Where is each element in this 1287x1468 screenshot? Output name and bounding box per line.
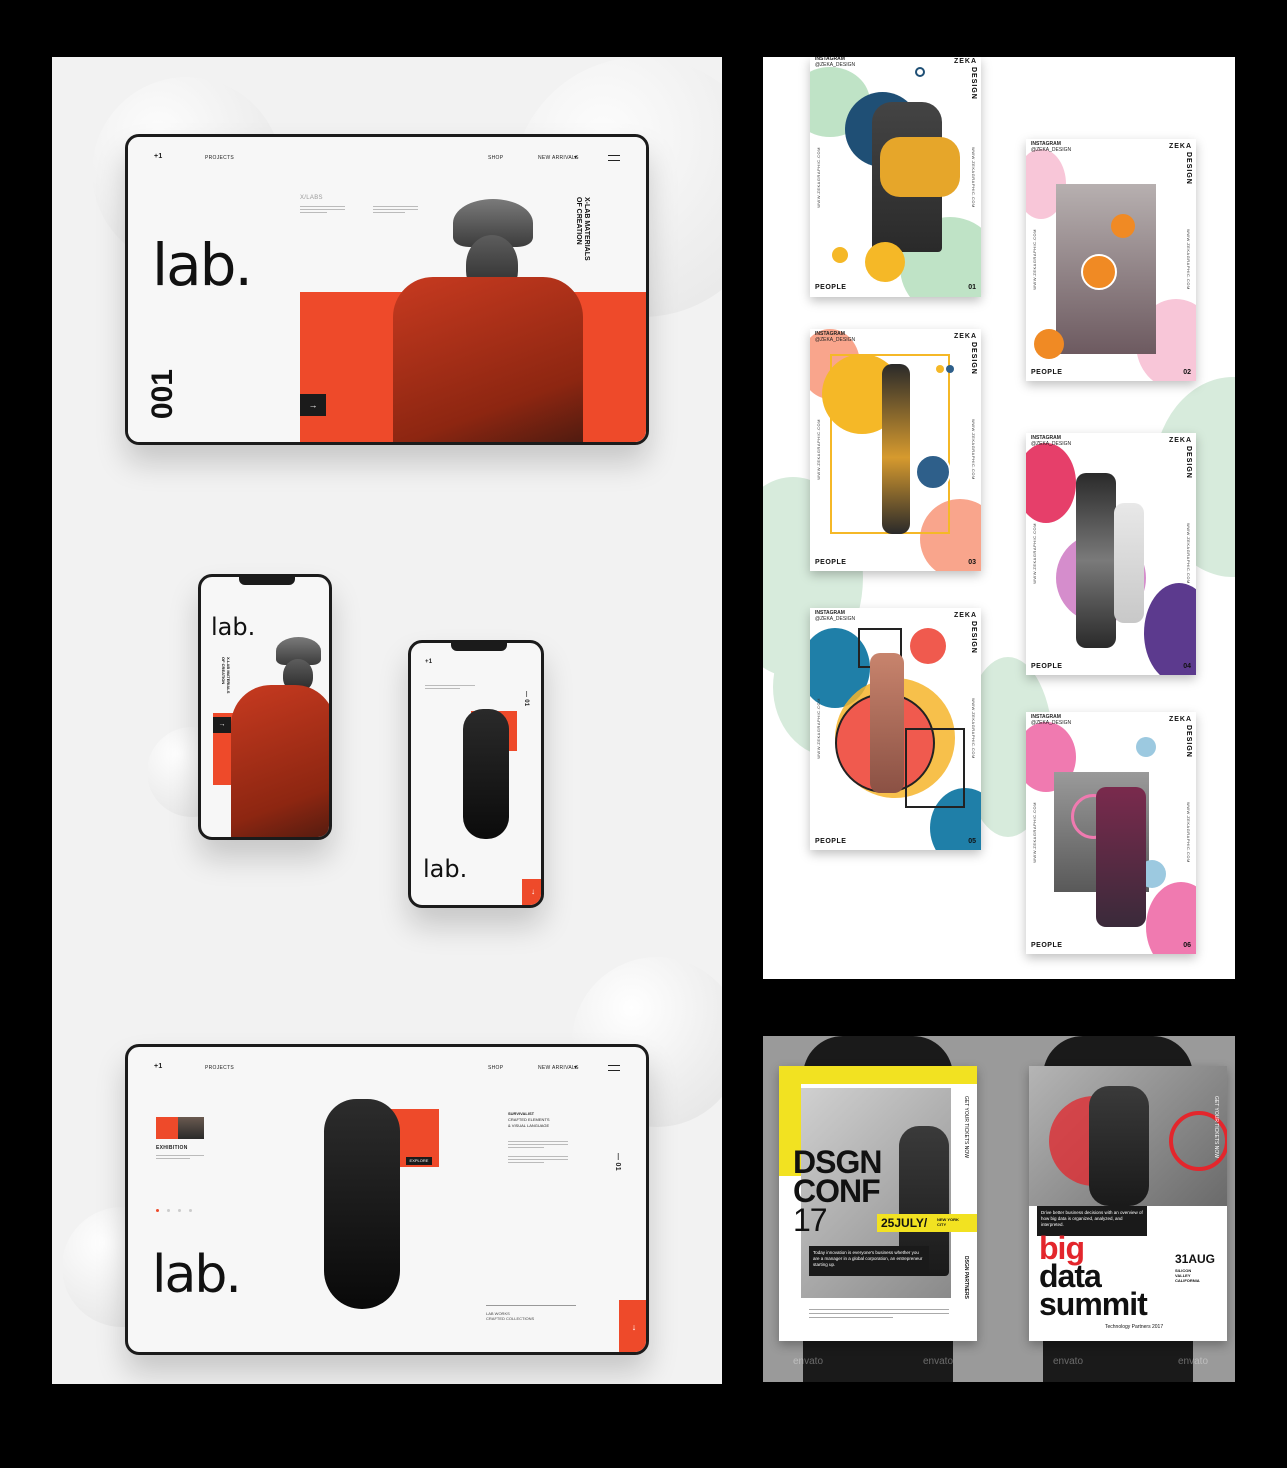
poster-label: PEOPLE xyxy=(1031,369,1063,376)
site-logo[interactable]: +1 xyxy=(425,659,432,665)
poster-number: 02 xyxy=(1183,369,1191,376)
nav-new-arrivals[interactable]: NEW ARRIVALS xyxy=(538,1065,579,1071)
poster-label: PEOPLE xyxy=(815,284,847,291)
poster-04[interactable]: INSTAGRAM @ZEKA_DESIGN ZEKA DESIGN WWW.ZE… xyxy=(1026,433,1196,675)
poster-number: 04 xyxy=(1183,663,1191,670)
divider xyxy=(486,1305,576,1306)
phone-mockup-1: lab. X-LAB MATERIALS OF CREATION → xyxy=(198,574,332,840)
big-data-summit-poster[interactable]: Drive better business decisions with an … xyxy=(1029,1066,1227,1341)
partners-label: Technology Partners 2017 xyxy=(1105,1324,1164,1330)
summit-location: SILICON VALLEY CALIFORNIA xyxy=(1175,1268,1200,1283)
down-arrow-button[interactable]: ↓ xyxy=(522,879,541,905)
watermark: envato xyxy=(793,1356,824,1367)
poster-02[interactable]: INSTAGRAM @ZEKA_DESIGN ZEKA DESIGN WWW.ZE… xyxy=(1026,139,1196,381)
nav-shop[interactable]: SHOP xyxy=(488,1065,503,1071)
poster-01[interactable]: INSTAGRAM @ZEKA_DESIGN ZEKA DESIGN WWW.ZE… xyxy=(810,57,981,297)
survivalist-block: SURVIVALIST CRAFTED ELEMENTS & VISUAL LA… xyxy=(508,1111,550,1128)
phone-notch xyxy=(239,577,295,585)
summit-date: 31AUG xyxy=(1175,1252,1216,1266)
menu-icon[interactable] xyxy=(608,1065,620,1071)
vertical-title: X-LAB MATERIALS OF CREATION xyxy=(575,197,590,261)
brand-wordmark: lab. xyxy=(423,855,468,883)
watermark: envato xyxy=(923,1356,954,1367)
tickets-label: GET YOUR TICKETS NOW xyxy=(1213,1096,1219,1158)
exhibition-thumb-photo[interactable] xyxy=(178,1117,204,1139)
conf-body: Today innovation is everyone's business … xyxy=(809,1246,929,1276)
partners-label: DSGN PARTNERS xyxy=(963,1256,969,1299)
zeka-posters-panel: INSTAGRAM @ZEKA_DESIGN ZEKA DESIGN WWW.ZE… xyxy=(763,57,1235,979)
poster-number: 01 xyxy=(968,284,976,291)
exhibition-label: EXHIBITION xyxy=(156,1145,188,1151)
lab-mockup-panel: +1 PROJECTS SHOP NEW ARRIVALS ▾ X/LABS l… xyxy=(52,57,722,1384)
collage-canvas: +1 PROJECTS SHOP NEW ARRIVALS ▾ X/LABS l… xyxy=(0,0,1287,1468)
exhibition-thumb-orange[interactable] xyxy=(156,1117,178,1139)
chevron-down-icon[interactable]: ▾ xyxy=(574,154,577,161)
text-block xyxy=(425,683,475,695)
desktop-mockup-glove: +1 PROJECTS SHOP NEW ARRIVALS ▾ EXHIBITI… xyxy=(125,1044,649,1355)
menu-icon[interactable] xyxy=(608,155,620,161)
desktop-mockup-hero: +1 PROJECTS SHOP NEW ARRIVALS ▾ X/LABS l… xyxy=(125,134,649,445)
big-number: 001 xyxy=(146,369,179,420)
explore-button[interactable]: EXPLORE xyxy=(406,1157,432,1165)
conf-title: DSGN CONF 17 xyxy=(793,1144,882,1238)
footer-block: LAB WORKS CRAFTED COLLECTIONS xyxy=(486,1311,535,1321)
poster-05[interactable]: INSTAGRAM @ZEKA_DESIGN ZEKA DESIGN WWW.ZE… xyxy=(810,608,981,850)
arrow-button[interactable]: → xyxy=(213,717,231,733)
site-logo[interactable]: +1 xyxy=(154,1063,163,1070)
poster-number: 06 xyxy=(1183,942,1191,949)
poster-number: 03 xyxy=(968,559,976,566)
glove-image xyxy=(324,1099,400,1309)
down-arrow-button[interactable]: ↓ xyxy=(619,1300,646,1352)
conf-date: 25JULY/ xyxy=(881,1216,928,1230)
conf-city: NEW YORK CITY xyxy=(937,1217,959,1227)
watermark: envato xyxy=(1053,1356,1084,1367)
tickets-label: GET YOUR TICKETS NOW xyxy=(963,1096,969,1158)
poster-label: PEOPLE xyxy=(1031,942,1063,949)
figure-jacket xyxy=(393,277,583,442)
watermark: envato xyxy=(1178,1356,1209,1367)
poster-label: PEOPLE xyxy=(1031,663,1063,670)
glove-image xyxy=(463,709,509,839)
brand-wordmark: lab. xyxy=(211,613,256,641)
intro-text-block xyxy=(300,204,345,216)
brand-wordmark: lab. xyxy=(152,1245,242,1305)
summit-title: big data summit xyxy=(1039,1230,1148,1322)
exhibition-text xyxy=(156,1153,204,1161)
slide-counter: — 01 xyxy=(614,1153,621,1171)
poster-label: PEOPLE xyxy=(815,838,847,845)
poster-03[interactable]: INSTAGRAM @ZEKA_DESIGN ZEKA DESIGN WWW.ZE… xyxy=(810,329,981,571)
chevron-down-icon[interactable]: ▾ xyxy=(574,1064,577,1071)
survivalist-text xyxy=(508,1139,568,1163)
figure-jacket xyxy=(231,685,329,837)
conf-footer-text xyxy=(809,1306,949,1326)
nav-projects[interactable]: PROJECTS xyxy=(205,1065,234,1071)
phone-notch xyxy=(451,643,507,651)
phone-mockup-2: +1 — 01 lab. ↓ xyxy=(408,640,544,908)
vertical-title: X-LAB MATERIALS OF CREATION xyxy=(221,657,231,694)
poster-06[interactable]: INSTAGRAM @ZEKA_DESIGN ZEKA DESIGN WWW.ZE… xyxy=(1026,712,1196,954)
brand-wordmark: lab. xyxy=(152,231,253,299)
dsgn-conf-poster[interactable]: DSGN CONF 17 25JULY/ NEW YORK CITY Today… xyxy=(779,1066,977,1341)
nav-shop[interactable]: SHOP xyxy=(488,155,503,161)
nav-new-arrivals[interactable]: NEW ARRIVALS xyxy=(538,155,579,161)
slide-counter: — 01 xyxy=(523,691,529,707)
poster-label: PEOPLE xyxy=(815,559,847,566)
conference-posters-panel: DSGN CONF 17 25JULY/ NEW YORK CITY Today… xyxy=(763,1036,1235,1382)
hero-arrow-button[interactable]: → xyxy=(300,394,326,416)
nav-projects[interactable]: PROJECTS xyxy=(205,155,234,161)
site-logo[interactable]: +1 xyxy=(154,153,163,160)
xlabs-label: X/LABS xyxy=(300,195,323,201)
poster-number: 05 xyxy=(968,838,976,845)
slider-dots[interactable] xyxy=(156,1209,192,1212)
intro-text-block xyxy=(373,204,418,216)
